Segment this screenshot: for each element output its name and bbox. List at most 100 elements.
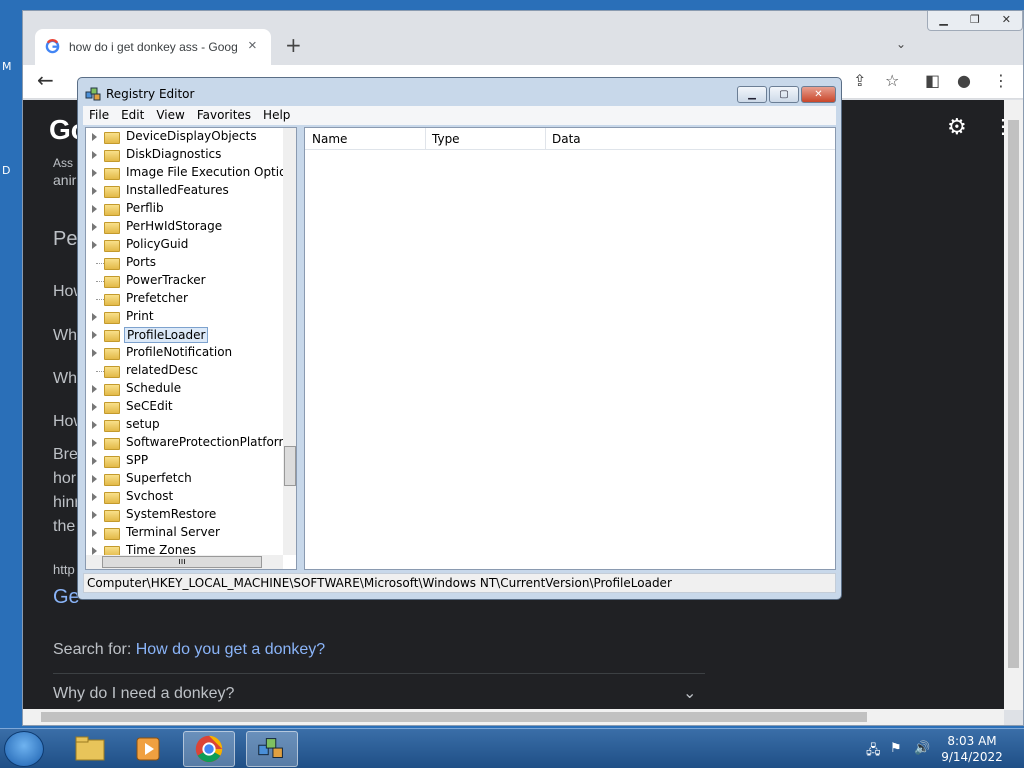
question-row[interactable]: Wh bbox=[53, 327, 77, 345]
chevron-down-icon[interactable]: ⌄ bbox=[683, 683, 696, 703]
menu-kebab-icon[interactable]: ⋮ bbox=[993, 71, 1009, 90]
expand-arrow-icon[interactable] bbox=[92, 511, 97, 519]
explorer-icon[interactable] bbox=[64, 731, 116, 767]
tree-horizontal-scrollbar[interactable]: ııı bbox=[86, 555, 283, 569]
scroll-thumb[interactable] bbox=[41, 712, 867, 722]
chrome-icon[interactable] bbox=[183, 731, 235, 767]
tree-item[interactable]: Terminal Server bbox=[86, 524, 286, 542]
tree-item[interactable]: SPP bbox=[86, 452, 286, 470]
column-data[interactable]: Data bbox=[552, 132, 581, 146]
expand-arrow-icon[interactable] bbox=[92, 313, 97, 321]
tree-item[interactable]: Svchost bbox=[86, 488, 286, 506]
clock[interactable]: 8:03 AM 9/14/2022 bbox=[940, 733, 1004, 765]
new-tab-icon[interactable]: + bbox=[285, 33, 302, 57]
expand-arrow-icon[interactable] bbox=[92, 529, 97, 537]
apps-kebab-icon[interactable]: ⋮ bbox=[993, 114, 1004, 139]
expand-arrow-icon[interactable] bbox=[92, 421, 97, 429]
tree-item-label: setup bbox=[126, 417, 160, 431]
expand-arrow-icon[interactable] bbox=[92, 547, 97, 555]
column-divider[interactable] bbox=[545, 128, 546, 150]
tree-item[interactable]: SystemRestore bbox=[86, 506, 286, 524]
chevron-down-icon[interactable]: ⌄ bbox=[896, 37, 906, 51]
expand-arrow-icon[interactable] bbox=[92, 457, 97, 465]
expand-arrow-icon[interactable] bbox=[92, 205, 97, 213]
expand-arrow-icon[interactable] bbox=[92, 151, 97, 159]
tree-item[interactable]: Ports bbox=[86, 254, 286, 272]
tree-item-label: Superfetch bbox=[126, 471, 192, 485]
action-center-icon[interactable]: ⚑ bbox=[890, 741, 902, 756]
tree-item[interactable]: DiskDiagnostics bbox=[86, 146, 286, 164]
tree-vertical-scrollbar[interactable] bbox=[283, 128, 296, 555]
back-arrow-icon[interactable]: ← bbox=[37, 68, 54, 92]
menu-file[interactable]: File bbox=[83, 106, 115, 124]
tree-item[interactable]: Print bbox=[86, 308, 286, 326]
tree-item[interactable]: PerHwIdStorage bbox=[86, 218, 286, 236]
close-button[interactable]: ✕ bbox=[801, 86, 836, 103]
close-window-icon[interactable]: ✕ bbox=[991, 11, 1022, 30]
expand-arrow-icon[interactable] bbox=[92, 385, 97, 393]
minimize-button[interactable]: ▁ bbox=[737, 86, 767, 103]
tree-item[interactable]: relatedDesc bbox=[86, 362, 286, 380]
column-name[interactable]: Name bbox=[312, 132, 347, 146]
expand-arrow-icon[interactable] bbox=[92, 133, 97, 141]
page-horizontal-scrollbar[interactable] bbox=[23, 709, 1004, 725]
menu-favorites[interactable]: Favorites bbox=[191, 106, 257, 124]
expand-arrow-icon[interactable] bbox=[92, 349, 97, 357]
volume-icon[interactable]: 🔊 bbox=[914, 741, 930, 756]
column-divider[interactable] bbox=[425, 128, 426, 150]
tree-item[interactable]: Schedule bbox=[86, 380, 286, 398]
scroll-thumb[interactable] bbox=[1008, 120, 1019, 668]
column-type[interactable]: Type bbox=[432, 132, 460, 146]
maximize-button[interactable]: ▢ bbox=[769, 86, 799, 103]
expand-arrow-icon[interactable] bbox=[92, 331, 97, 339]
expand-arrow-icon[interactable] bbox=[92, 223, 97, 231]
sidepanel-icon[interactable]: ◧ bbox=[925, 71, 940, 90]
close-tab-icon[interactable]: × bbox=[248, 37, 257, 54]
profile-icon[interactable]: ● bbox=[957, 71, 971, 90]
tree-item[interactable]: Prefetcher bbox=[86, 290, 286, 308]
question-row[interactable]: Wh bbox=[53, 370, 77, 388]
result-link[interactable]: Ge bbox=[53, 586, 80, 609]
expand-arrow-icon[interactable] bbox=[92, 169, 97, 177]
expand-arrow-icon[interactable] bbox=[92, 439, 97, 447]
scroll-thumb[interactable] bbox=[284, 446, 296, 486]
minimize-icon[interactable]: ▁ bbox=[928, 11, 959, 30]
expand-arrow-icon[interactable] bbox=[92, 187, 97, 195]
tree-item[interactable]: ProfileLoader bbox=[86, 326, 286, 344]
media-player-icon[interactable] bbox=[123, 731, 175, 767]
network-icon[interactable]: 🖧 bbox=[866, 741, 881, 763]
expand-arrow-icon[interactable] bbox=[92, 403, 97, 411]
menu-edit[interactable]: Edit bbox=[115, 106, 150, 124]
expand-arrow-icon[interactable] bbox=[92, 241, 97, 249]
browser-tab[interactable]: how do i get donkey ass - Google × bbox=[35, 29, 271, 65]
divider bbox=[53, 673, 705, 674]
regedit-taskbar-icon[interactable] bbox=[246, 731, 298, 767]
tree-item-label: ProfileLoader bbox=[124, 327, 209, 343]
tree-item[interactable]: Image File Execution Options bbox=[86, 164, 296, 182]
google-icon bbox=[45, 39, 60, 54]
maximize-icon[interactable]: ❐ bbox=[959, 11, 990, 30]
tree-item[interactable]: Superfetch bbox=[86, 470, 286, 488]
tree-item[interactable]: SoftwareProtectionPlatform bbox=[86, 434, 290, 452]
expand-arrow-icon[interactable] bbox=[92, 475, 97, 483]
tree-item[interactable]: PowerTracker bbox=[86, 272, 286, 290]
expand-arrow-icon[interactable] bbox=[92, 493, 97, 501]
star-icon[interactable]: ☆ bbox=[885, 71, 899, 90]
related-question[interactable]: Why do I need a donkey? bbox=[53, 685, 234, 703]
share-icon[interactable]: ⇪ bbox=[853, 71, 866, 90]
tree-item[interactable]: InstalledFeatures bbox=[86, 182, 286, 200]
page-vertical-scrollbar[interactable] bbox=[1004, 100, 1023, 710]
tree-item[interactable]: ProfileNotification bbox=[86, 344, 286, 362]
answer-text: hor bbox=[53, 470, 77, 487]
tree-item[interactable]: DeviceDisplayObjects bbox=[86, 128, 286, 146]
tree-item[interactable]: PolicyGuid bbox=[86, 236, 286, 254]
gear-icon[interactable]: ⚙ bbox=[947, 114, 967, 140]
tree-item[interactable]: setup bbox=[86, 416, 286, 434]
tree-item[interactable]: SeCEdit bbox=[86, 398, 286, 416]
menu-help[interactable]: Help bbox=[257, 106, 296, 124]
start-button[interactable] bbox=[4, 731, 44, 767]
menu-view[interactable]: View bbox=[150, 106, 190, 124]
tree-item[interactable]: Perflib bbox=[86, 200, 286, 218]
search-for-link[interactable]: How do you get a donkey? bbox=[136, 641, 325, 658]
scroll-thumb[interactable]: ııı bbox=[102, 556, 262, 568]
